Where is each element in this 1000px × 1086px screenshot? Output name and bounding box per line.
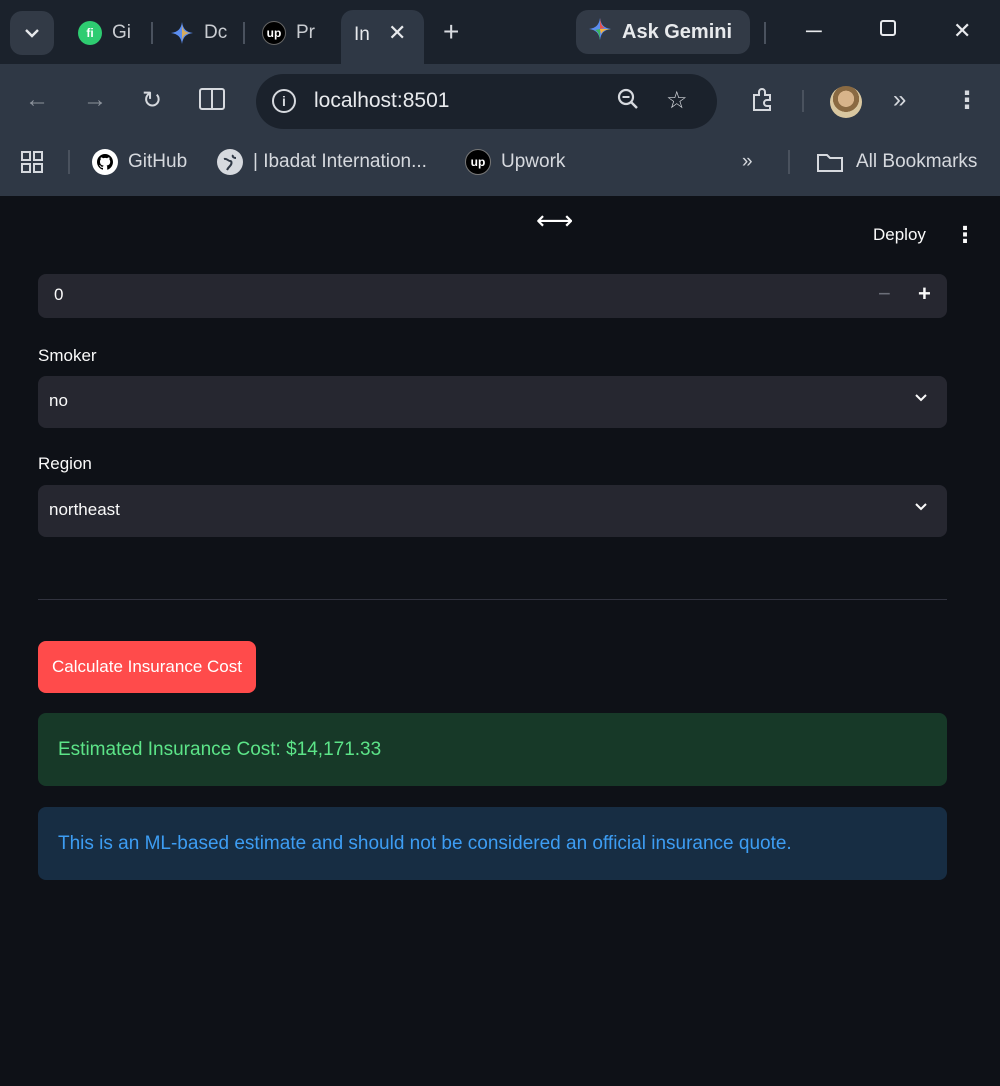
reload-icon[interactable]: ↻ xyxy=(142,86,162,115)
ask-gemini-button[interactable]: Ask Gemini xyxy=(576,10,750,54)
tab-search-button[interactable] xyxy=(10,11,54,55)
calculate-insurance-button[interactable]: Calculate Insurance Cost xyxy=(38,641,256,693)
apps-grid-icon[interactable] xyxy=(20,150,44,174)
tab-pr[interactable]: up Pr xyxy=(262,12,315,54)
tab-separator xyxy=(243,22,245,44)
smoker-label: Smoker xyxy=(38,346,97,365)
smoker-select-value: no xyxy=(49,391,68,410)
upwork-icon: up xyxy=(465,149,491,175)
toolbar-separator xyxy=(764,22,766,44)
maximize-icon[interactable] xyxy=(878,18,898,44)
tab-separator xyxy=(151,22,153,44)
toolbar-separator xyxy=(802,90,804,112)
forward-arrow-icon[interactable]: → xyxy=(83,86,107,114)
tab-gi[interactable]: fi Gi xyxy=(78,12,131,54)
github-icon xyxy=(92,149,118,175)
number-input[interactable]: 0 − + xyxy=(38,274,947,318)
chevron-down-icon xyxy=(913,390,929,411)
gemini-sparkle-icon xyxy=(170,21,194,45)
section-divider xyxy=(38,599,947,600)
tab-strip xyxy=(0,0,1000,64)
region-select-value: northeast xyxy=(49,500,120,519)
close-window-icon[interactable]: ✕ xyxy=(953,18,971,44)
region-label: Region xyxy=(38,454,92,473)
tab-active-in[interactable]: In ✕ xyxy=(341,10,424,64)
bookmark-upwork[interactable]: up Upwork xyxy=(465,149,565,175)
new-tab-icon[interactable]: + xyxy=(443,18,459,46)
minimize-icon[interactable]: ─ xyxy=(806,18,822,44)
region-select[interactable]: northeast xyxy=(38,485,947,537)
chevron-double-right-icon[interactable]: » xyxy=(893,86,906,114)
split-view-icon[interactable] xyxy=(198,86,226,119)
bookmark-ibadat[interactable]: | Ibadat Internation... xyxy=(217,149,427,175)
all-bookmarks-button[interactable]: All Bookmarks xyxy=(816,150,977,174)
bookmarks-separator xyxy=(788,150,790,174)
upwork-favicon-icon: up xyxy=(262,21,286,45)
browser-menu-icon[interactable]: ⋮ xyxy=(955,86,979,115)
smoker-select[interactable]: no xyxy=(38,376,947,428)
fi-favicon-icon: fi xyxy=(78,21,102,45)
info-alert: This is an ML-based estimate and should … xyxy=(38,807,947,880)
bookmark-star-icon[interactable]: ☆ xyxy=(666,86,688,115)
address-bar[interactable]: i localhost:8501 ☆ xyxy=(256,74,717,129)
globe-icon xyxy=(217,149,243,175)
back-arrow-icon[interactable]: ← xyxy=(25,86,49,114)
app-menu-icon[interactable]: ⋮ xyxy=(954,222,976,248)
gemini-sparkle-icon xyxy=(588,17,612,47)
zoom-icon[interactable] xyxy=(616,87,640,117)
deploy-button[interactable]: Deploy xyxy=(873,225,926,245)
chevron-down-icon xyxy=(25,29,39,38)
number-input-value: 0 xyxy=(54,285,64,304)
tab-dc[interactable]: Dc xyxy=(170,12,227,54)
decrement-icon[interactable]: − xyxy=(878,281,891,307)
increment-icon[interactable]: + xyxy=(918,281,931,307)
success-alert: Estimated Insurance Cost: $14,171.33 xyxy=(38,713,947,786)
close-tab-icon[interactable]: ✕ xyxy=(388,20,406,46)
result-message: Estimated Insurance Cost: $14,171.33 xyxy=(58,738,382,760)
site-info-icon[interactable]: i xyxy=(272,89,296,113)
chevron-down-icon xyxy=(913,499,929,520)
bookmarks-separator xyxy=(68,150,70,174)
more-bookmarks-icon[interactable]: » xyxy=(742,150,753,174)
extensions-icon[interactable] xyxy=(748,86,776,121)
disclaimer-message: This is an ML-based estimate and should … xyxy=(58,832,792,854)
resize-cursor-icon: ⟷ xyxy=(536,205,574,235)
bookmark-github[interactable]: GitHub xyxy=(92,149,187,175)
folder-icon xyxy=(816,150,844,174)
profile-avatar[interactable] xyxy=(830,86,862,118)
